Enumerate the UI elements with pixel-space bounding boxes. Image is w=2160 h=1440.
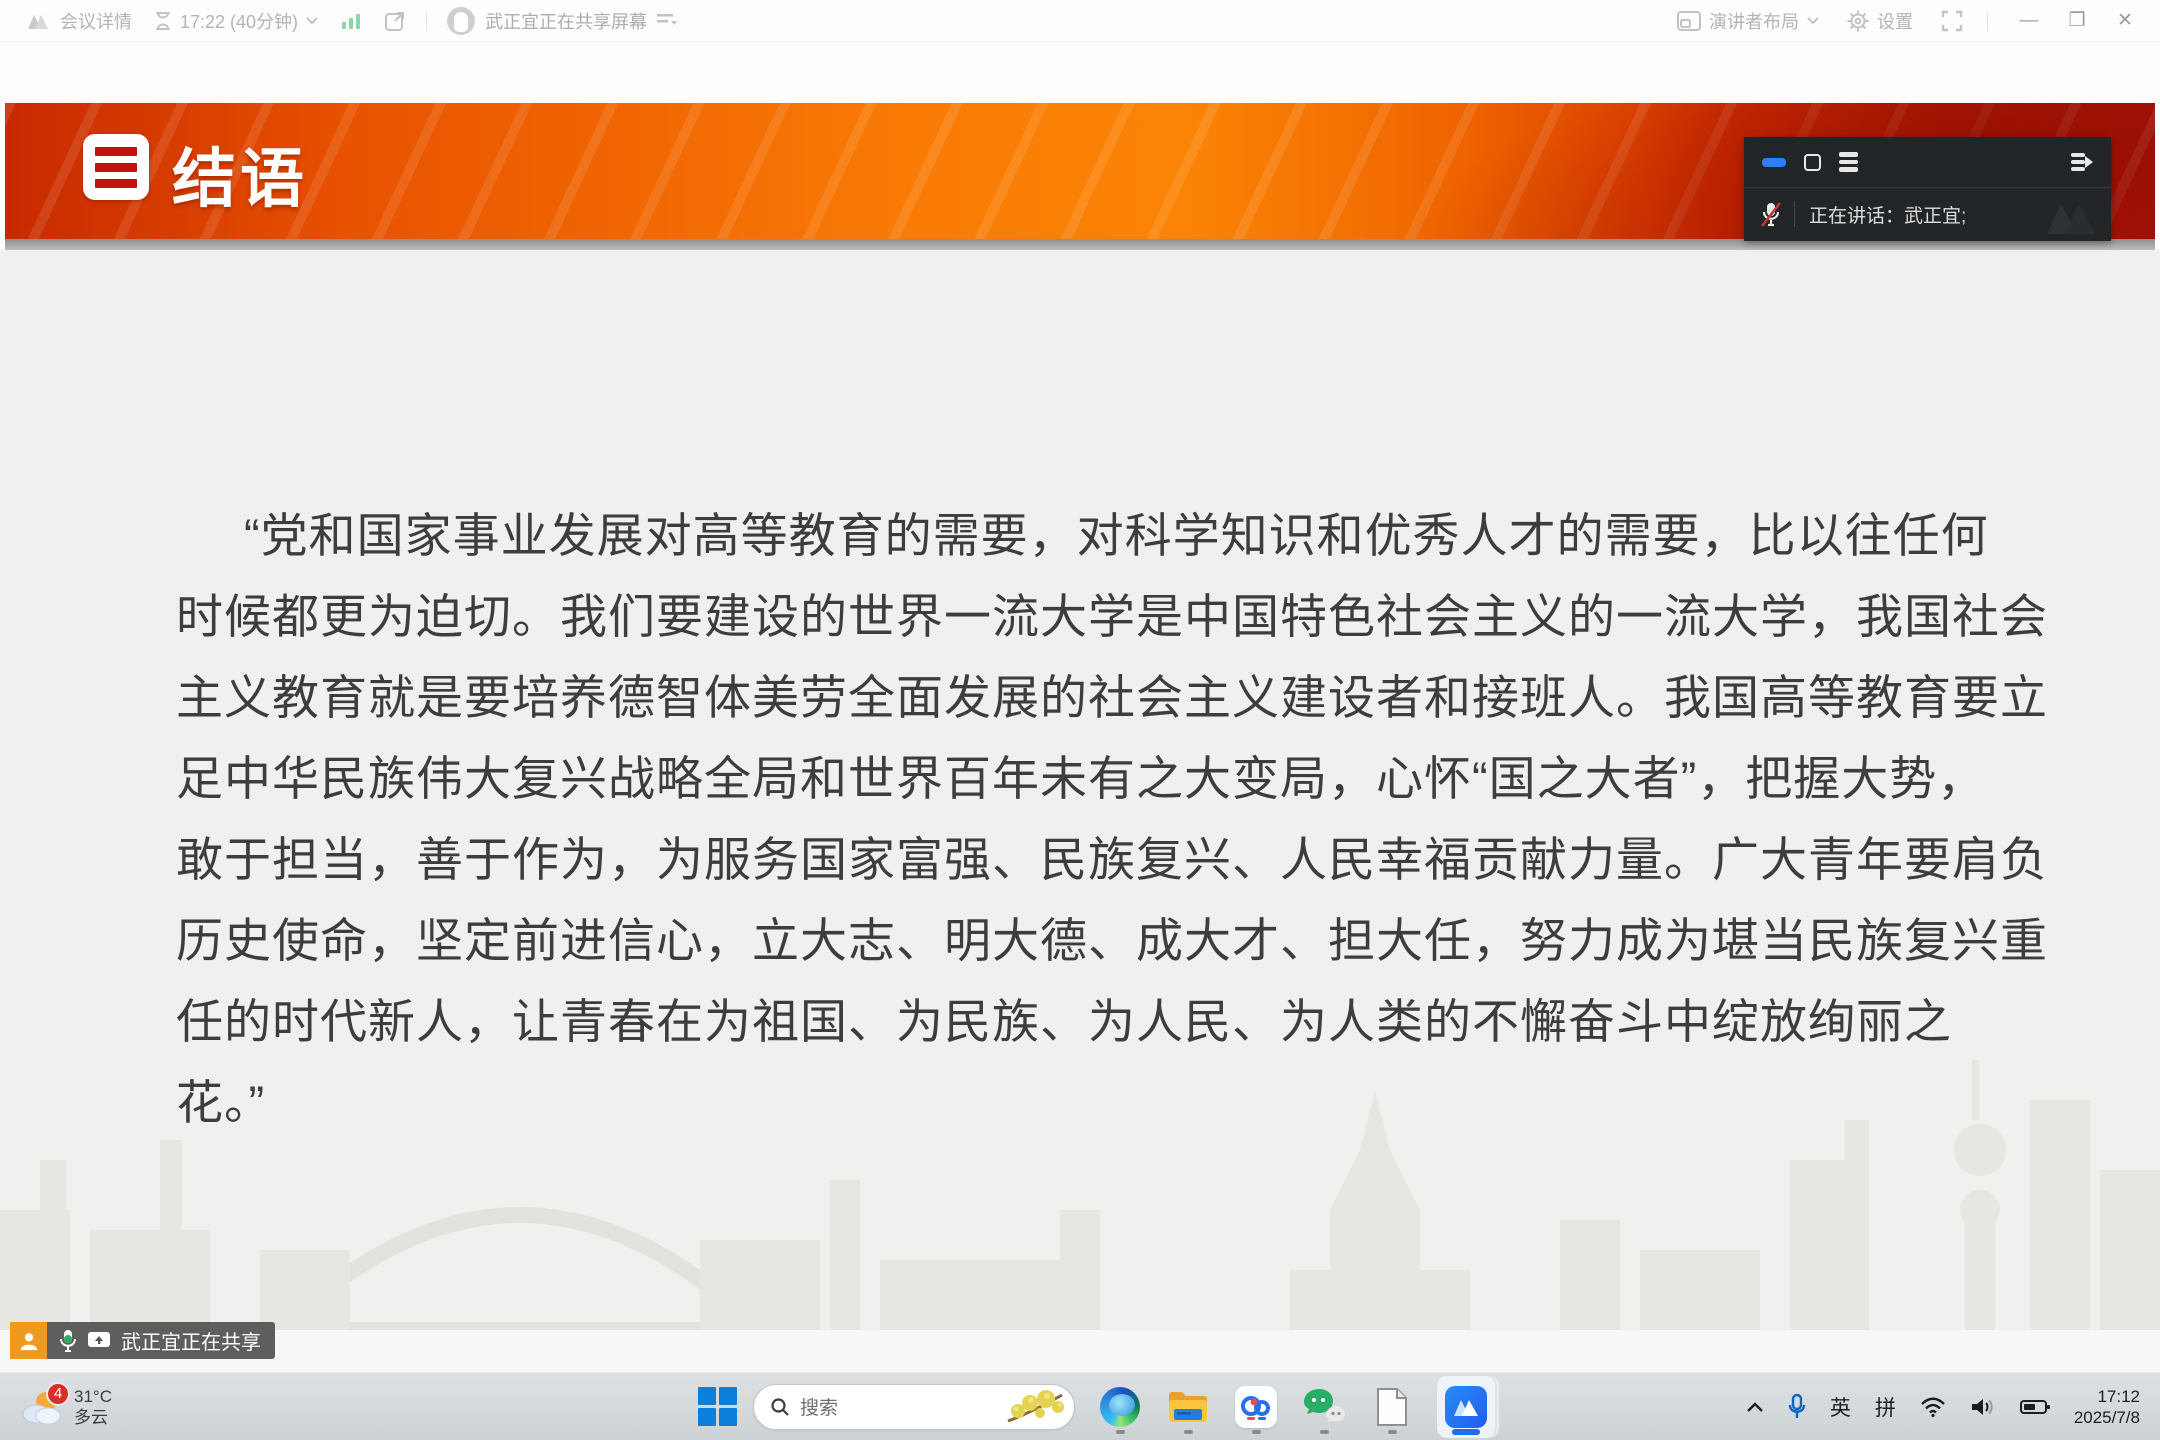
settings-label: 设置 — [1877, 8, 1913, 34]
toolbar-divider — [426, 11, 427, 31]
gear-icon — [1847, 10, 1869, 32]
clock-date: 2025/7/8 — [2074, 1408, 2140, 1427]
meeting-details-button[interactable]: 会议详情 — [60, 8, 132, 34]
panel-collapse-icon[interactable] — [2071, 153, 2093, 171]
taskbar-clock[interactable]: 17:12 2025/7/8 — [2074, 1386, 2140, 1428]
battery-icon[interactable] — [2020, 1399, 2050, 1415]
paragraph-line: 历史使命，坚定前进信心，立大志、明大德、成大才、担大任，努力成为堪当民族复兴重 — [176, 900, 1996, 981]
close-button[interactable]: ✕ — [2108, 9, 2142, 32]
panel-divider — [1794, 201, 1795, 227]
layout-icon — [1677, 11, 1701, 31]
clock-time: 17:12 — [2097, 1387, 2140, 1406]
baidu-netdisk-icon — [1241, 1394, 1271, 1420]
tray-expand-chevron-icon[interactable] — [1746, 1401, 1764, 1413]
meeting-details-label: 会议详情 — [60, 8, 132, 34]
search-input[interactable]: 搜索 — [753, 1384, 1075, 1430]
notification-badge: 4 — [46, 1382, 70, 1406]
settings-button[interactable]: 设置 — [1847, 8, 1913, 34]
sharing-indicator[interactable]: 武正宜正在共享 — [10, 1322, 275, 1359]
maximize-button[interactable]: ❐ — [2060, 9, 2094, 32]
panel-window-mode-icon[interactable] — [1804, 154, 1821, 171]
folder-icon — [1167, 1389, 1209, 1425]
paragraph-line: 花。” — [176, 1062, 1996, 1143]
meeting-watermark-icon — [2041, 196, 2101, 236]
chevron-down-icon — [1807, 17, 1819, 25]
paragraph-line: 足中华民族伟大复兴战略全局和世界百年未有之大变局，心怀“国之大者”，把握大势， — [176, 738, 1996, 819]
ime-english-indicator[interactable]: 英 — [1830, 1392, 1851, 1422]
ime-pinyin-indicator[interactable]: 拼 — [1875, 1392, 1896, 1422]
network-signal-icon[interactable] — [342, 13, 360, 29]
layout-label: 演讲者布局 — [1709, 8, 1799, 34]
search-placeholder: 搜索 — [800, 1393, 990, 1420]
sharer-menu-icon[interactable] — [657, 13, 677, 29]
start-button[interactable] — [697, 1387, 737, 1427]
sharer-avatar — [447, 7, 475, 35]
mic-active-icon — [59, 1329, 77, 1353]
taskbar-app-wechat[interactable] — [1301, 1378, 1347, 1436]
screen-share-icon — [87, 1331, 111, 1351]
meeting-bottom-strip — [0, 1330, 2160, 1372]
fullscreen-button[interactable] — [1941, 10, 1963, 32]
floating-speaker-panel: 正在讲话：武正宜; — [1744, 137, 2111, 241]
timer-label: 17:22 (40分钟) — [180, 8, 298, 34]
hourglass-icon — [154, 11, 172, 31]
tray-mic-icon[interactable] — [1788, 1394, 1806, 1420]
search-icon — [770, 1397, 790, 1417]
weather-condition: 多云 — [74, 1407, 112, 1428]
tencent-meeting-logo-icon — [26, 11, 50, 31]
paragraph-line: “党和国家事业发展对高等教育的需要，对科学知识和优秀人才的需要，比以往任何 — [176, 495, 1996, 576]
volume-icon[interactable] — [1970, 1396, 1996, 1418]
chapter-list-icon — [83, 134, 149, 200]
sharer-status-text: 武正宜正在共享屏幕 — [485, 8, 647, 34]
meeting-timer[interactable]: 17:22 (40分钟) — [154, 8, 318, 34]
minimize-button[interactable]: — — [2012, 10, 2046, 32]
wechat-icon — [1302, 1388, 1346, 1426]
layout-switch-button[interactable]: 演讲者布局 — [1677, 8, 1819, 34]
wifi-icon[interactable] — [1920, 1397, 1946, 1417]
paragraph-line: 时候都更为迫切。我们要建设的世界一流大学是中国特色社会主义的一流大学，我国社会 — [176, 576, 1996, 657]
search-highlight-flower-icon — [1000, 1387, 1068, 1427]
shared-screen-slide: 结语 “党和国家事业发展对高等教育的需要，对科学知识和优秀人才的需要，比以往任何 — [0, 42, 2160, 1372]
sharer-avatar-orange — [10, 1322, 47, 1359]
slide-paragraph: “党和国家事业发展对高等教育的需要，对科学知识和优秀人才的需要，比以往任何 时候… — [176, 495, 1996, 1143]
windows-taskbar: 4 31°C 多云 搜索 — [0, 1372, 2160, 1440]
sharing-indicator-text: 武正宜正在共享 — [121, 1326, 261, 1355]
edge-icon — [1100, 1387, 1140, 1427]
speaking-status-text: 正在讲话：武正宜; — [1809, 201, 1966, 228]
taskbar-app-baidu-netdisk[interactable] — [1233, 1378, 1279, 1436]
open-external-icon[interactable] — [384, 10, 406, 32]
document-icon — [1375, 1387, 1409, 1427]
weather-widget[interactable]: 4 31°C 多云 — [0, 1386, 240, 1428]
taskbar-app-tencent-meeting[interactable] — [1437, 1376, 1495, 1438]
panel-list-mode-icon[interactable] — [1839, 152, 1858, 172]
paragraph-line: 主义教育就是要培养德智体美劳全面发展的社会主义建设者和接班人。我国高等教育要立 — [176, 657, 1996, 738]
taskbar-app-edge[interactable] — [1097, 1378, 1143, 1436]
toolbar-divider — [1987, 11, 1988, 31]
taskbar-app-notepad[interactable] — [1369, 1378, 1415, 1436]
slide-title: 结语 — [172, 128, 308, 220]
paragraph-line: 敢于担当，善于作为，为服务国家富强、民族复兴、人民幸福贡献力量。广大青年要肩负 — [176, 819, 1996, 900]
person-icon — [18, 1330, 40, 1352]
meeting-toolbar: 会议详情 17:22 (40分钟) 武正宜正在共享屏幕 演讲 — [0, 0, 2160, 42]
panel-minimize-icon[interactable] — [1762, 158, 1786, 167]
mic-muted-icon[interactable] — [1760, 201, 1782, 227]
chevron-down-icon — [306, 17, 318, 25]
slide-body: “党和国家事业发展对高等教育的需要，对科学知识和优秀人才的需要，比以往任何 时候… — [0, 250, 2160, 1372]
paragraph-line: 任的时代新人，让青春在为祖国、为民族、为人民、为人类的不懈奋斗中绽放绚丽之 — [176, 981, 1996, 1062]
tencent-meeting-icon — [1453, 1397, 1479, 1417]
weather-temperature: 31°C — [74, 1386, 112, 1407]
taskbar-app-file-explorer[interactable] — [1165, 1378, 1211, 1436]
